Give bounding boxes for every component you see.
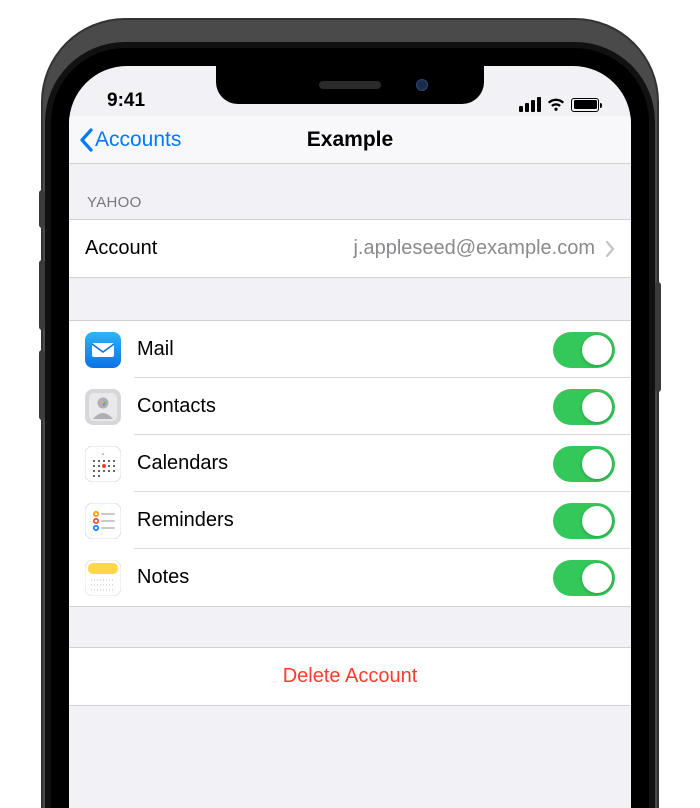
service-row-reminders: Reminders: [69, 492, 631, 549]
service-label: Contacts: [137, 395, 216, 418]
service-row-contacts: Contacts: [69, 378, 631, 435]
chevron-left-icon: [79, 128, 93, 152]
toggle-reminders[interactable]: [553, 503, 615, 539]
service-row-mail: Mail: [69, 321, 631, 378]
calendars-icon: •: [85, 446, 121, 482]
delete-account-button[interactable]: Delete Account: [69, 648, 631, 705]
contacts-icon: [85, 389, 121, 425]
service-label: Notes: [137, 566, 189, 589]
chevron-right-icon: [605, 241, 615, 257]
navigation-bar: Accounts Example: [69, 116, 631, 164]
account-row[interactable]: Account j.appleseed@example.com: [69, 220, 631, 277]
account-value: j.appleseed@example.com: [353, 237, 595, 260]
notch: [216, 66, 484, 104]
service-row-notes: Notes: [69, 549, 631, 606]
status-time: 9:41: [93, 90, 145, 116]
toggle-notes[interactable]: [553, 560, 615, 596]
service-label: Mail: [137, 338, 174, 361]
speaker-grille: [319, 81, 381, 89]
service-label: Reminders: [137, 509, 234, 532]
front-camera: [416, 79, 428, 91]
svg-text:•: •: [102, 452, 104, 458]
service-label: Calendars: [137, 452, 228, 475]
toggle-contacts[interactable]: [553, 389, 615, 425]
mail-icon: [85, 332, 121, 368]
toggle-mail[interactable]: [553, 332, 615, 368]
phone-frame: 9:41 Accounts Example YAHOO: [43, 20, 657, 808]
service-row-calendars: • Calendars: [69, 435, 631, 492]
battery-icon: [571, 98, 599, 112]
section-header-provider: YAHOO: [69, 164, 631, 219]
account-section: Account j.appleseed@example.com: [69, 219, 631, 278]
account-label: Account: [85, 237, 157, 260]
back-label: Accounts: [95, 128, 181, 152]
toggle-calendars[interactable]: [553, 446, 615, 482]
delete-section: Delete Account: [69, 647, 631, 706]
services-section: Mail Contacts •: [69, 320, 631, 607]
side-button: [655, 282, 661, 392]
back-button[interactable]: Accounts: [79, 128, 181, 152]
reminders-icon: [85, 503, 121, 539]
wifi-icon: [547, 98, 565, 112]
screen: 9:41 Accounts Example YAHOO: [69, 66, 631, 808]
delete-label: Delete Account: [283, 665, 418, 688]
notes-icon: [85, 560, 121, 596]
cellular-signal-icon: [519, 97, 541, 112]
